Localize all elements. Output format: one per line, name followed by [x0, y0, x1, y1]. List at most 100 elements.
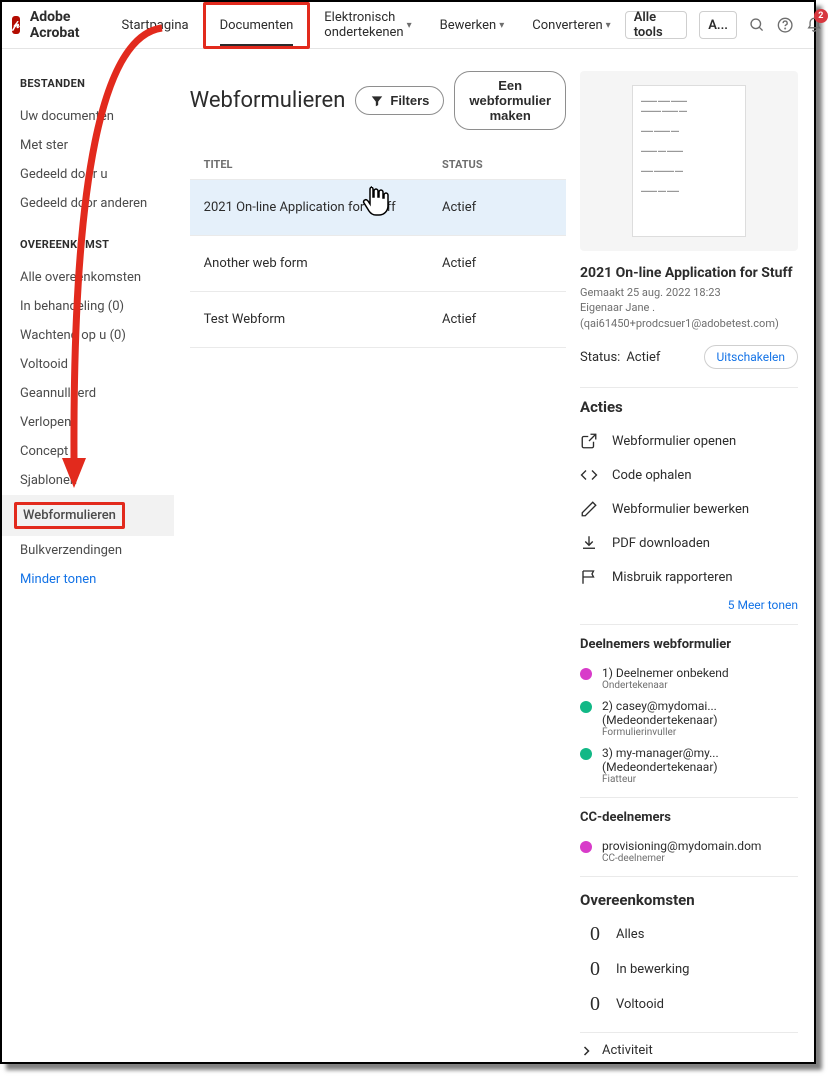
- chevron-down-icon: ▾: [606, 20, 611, 31]
- create-webform-button[interactable]: Een webformulier maken: [454, 71, 566, 130]
- action-label: Webformulier openen: [612, 434, 736, 449]
- nav-esign-label: Elektronisch ondertekenen: [324, 10, 403, 40]
- row-title: Another web form: [204, 256, 442, 271]
- participant-sub: (Medeondertekenaar): [602, 713, 718, 727]
- sidebar-item-in-progress[interactable]: In behandeling (0): [20, 292, 174, 321]
- sidebar-item-bulk[interactable]: Bulkverzendingen: [20, 536, 174, 565]
- nav-convert[interactable]: Converteren ▾: [518, 2, 624, 49]
- agreement-count-row[interactable]: 0 Alles: [580, 917, 798, 952]
- table-row[interactable]: Another web form Actief: [190, 235, 566, 291]
- participant-num: 3): [602, 746, 613, 760]
- all-tools-label: Alle tools: [634, 10, 679, 40]
- table-row[interactable]: Test Webform Actief: [190, 291, 566, 347]
- action-get-code[interactable]: Code ophalen: [580, 458, 798, 492]
- participant-dot-icon: [580, 668, 592, 680]
- nav-convert-label: Converteren: [532, 18, 602, 33]
- sidebar-group-files: BESTANDEN: [20, 77, 174, 90]
- disable-button[interactable]: Uitschakelen: [704, 345, 798, 369]
- profile-button[interactable]: A...: [699, 11, 737, 39]
- nav-home[interactable]: Startpagina: [107, 2, 202, 49]
- chevron-right-icon: [580, 1045, 592, 1057]
- sidebar-item-waiting[interactable]: Wachtend op u (0): [20, 321, 174, 350]
- agreement-label: In bewerking: [616, 962, 689, 977]
- column-header-status: STATUS: [442, 158, 552, 171]
- sidebar-item-shared-by-you[interactable]: Gedeeld door u: [20, 160, 174, 189]
- agreement-label: Alles: [616, 927, 644, 942]
- notification-badge: 2: [814, 9, 828, 23]
- activity-toggle[interactable]: Activiteit: [580, 1032, 798, 1068]
- action-report-abuse[interactable]: Misbruik rapporteren: [580, 560, 798, 594]
- sidebar-item-shared-by-others[interactable]: Gedeeld door anderen: [20, 189, 174, 218]
- action-download-pdf[interactable]: PDF downloaden: [580, 526, 798, 560]
- profile-label: A...: [708, 18, 728, 33]
- participant-row: 3) my-manager@my... (Medeondertekenaar) …: [580, 742, 798, 789]
- participant-name: casey@mydomai...: [616, 699, 717, 713]
- agreement-count-row[interactable]: 0 Voltooid: [580, 987, 798, 1022]
- flag-icon: [580, 568, 598, 586]
- action-open-webform[interactable]: Webformulier openen: [580, 424, 798, 458]
- status-value: Actief: [626, 350, 660, 365]
- status-label: Status:: [580, 350, 620, 365]
- nav-edit[interactable]: Bewerken▾: [426, 2, 519, 49]
- agreement-count-row[interactable]: 0 In bewerking: [580, 952, 798, 987]
- action-edit-webform[interactable]: Webformulier bewerken: [580, 492, 798, 526]
- help-icon[interactable]: [777, 15, 793, 35]
- participant-dot-icon: [580, 701, 592, 713]
- participant-dot-icon: [580, 748, 592, 760]
- sidebar-item-webforms-label: Webformulieren: [14, 502, 125, 529]
- action-label: Misbruik rapporteren: [612, 570, 733, 585]
- cc-row: provisioning@mydomain.dom CC-deelnemer: [580, 835, 798, 868]
- sidebar-item-webforms[interactable]: Webformulieren: [2, 495, 174, 536]
- cc-name: provisioning@mydomain.dom: [602, 839, 761, 853]
- filter-icon: [370, 94, 384, 108]
- cc-dot-icon: [580, 841, 592, 853]
- pencil-icon: [580, 500, 598, 518]
- sidebar-item-expired[interactable]: Verlopen: [20, 408, 174, 437]
- cc-role: CC-deelnemer: [602, 853, 761, 864]
- column-header-title: TITEL: [204, 158, 442, 171]
- notifications-icon[interactable]: 2: [806, 15, 822, 35]
- sidebar-item-your-documents[interactable]: Uw documenten: [20, 102, 174, 131]
- nav-documents[interactable]: Documenten: [203, 2, 311, 49]
- app-header: 𝓅 Adobe Acrobat Startpagina Documenten E…: [2, 2, 814, 49]
- main-nav: Startpagina Documenten Elektronisch onde…: [107, 2, 624, 49]
- detail-owner: Eigenaar Jane .: [580, 300, 798, 315]
- row-status: Actief: [442, 312, 552, 327]
- action-label: PDF downloaden: [612, 536, 710, 551]
- agreement-label: Voltooid: [616, 997, 664, 1012]
- row-status: Actief: [442, 256, 552, 271]
- action-label: Webformulier bewerken: [612, 502, 749, 517]
- action-label: Code ophalen: [612, 468, 692, 483]
- cc-title: CC-deelnemers: [580, 810, 798, 825]
- sidebar-item-templates[interactable]: Sjablonen: [20, 466, 174, 495]
- detail-panel: ▬▬▬▬ ▬▬▬ ▬▬▬▬▬▬▬▬▬ ▬▬▬▬ ▬▬▬▬▬ ▬▬▬▬ ▬▬▬▬▬…: [580, 71, 798, 1062]
- all-tools-button[interactable]: Alle tools: [625, 11, 688, 39]
- sidebar: BESTANDEN Uw documenten Met ster Gedeeld…: [2, 49, 174, 1062]
- participant-name: my-manager@my...: [616, 746, 719, 760]
- participant-num: 1): [602, 666, 613, 680]
- detail-owner-email: (qai61450+prodcsuer1@adobetest.com): [580, 316, 798, 331]
- code-icon: [580, 466, 598, 484]
- show-more-actions[interactable]: 5 Meer tonen: [580, 598, 798, 612]
- participant-role: Formulierinvuller: [602, 727, 718, 738]
- participant-num: 2): [602, 699, 613, 713]
- sidebar-item-all-agreements[interactable]: Alle overeenkomsten: [20, 263, 174, 292]
- sidebar-item-cancelled[interactable]: Geannulleerd: [20, 379, 174, 408]
- page-title: Webformulieren: [190, 88, 346, 113]
- row-status: Actief: [442, 200, 552, 215]
- list-area: Webformulieren Filters Een webformulier …: [190, 71, 566, 1062]
- sidebar-item-completed[interactable]: Voltooid: [20, 350, 174, 379]
- participant-name: Deelnemer onbekend: [616, 666, 729, 680]
- sidebar-show-less[interactable]: Minder tonen: [20, 565, 174, 594]
- row-title: Test Webform: [204, 312, 442, 327]
- table-row[interactable]: 2021 On-line Application for Stuff Actie…: [190, 179, 566, 235]
- agreement-count: 0: [580, 958, 600, 981]
- document-thumbnail[interactable]: ▬▬▬▬ ▬▬▬ ▬▬▬▬▬▬▬▬▬ ▬▬▬▬ ▬▬▬▬▬ ▬▬▬▬ ▬▬▬▬▬…: [580, 71, 798, 251]
- search-icon[interactable]: [749, 15, 765, 35]
- nav-esign[interactable]: Elektronisch ondertekenen▾: [310, 2, 425, 49]
- external-link-icon: [580, 432, 598, 450]
- sidebar-item-starred[interactable]: Met ster: [20, 131, 174, 160]
- participant-sub: (Medeondertekenaar): [602, 760, 719, 774]
- sidebar-item-draft[interactable]: Concept: [20, 437, 174, 466]
- filters-button[interactable]: Filters: [355, 86, 444, 115]
